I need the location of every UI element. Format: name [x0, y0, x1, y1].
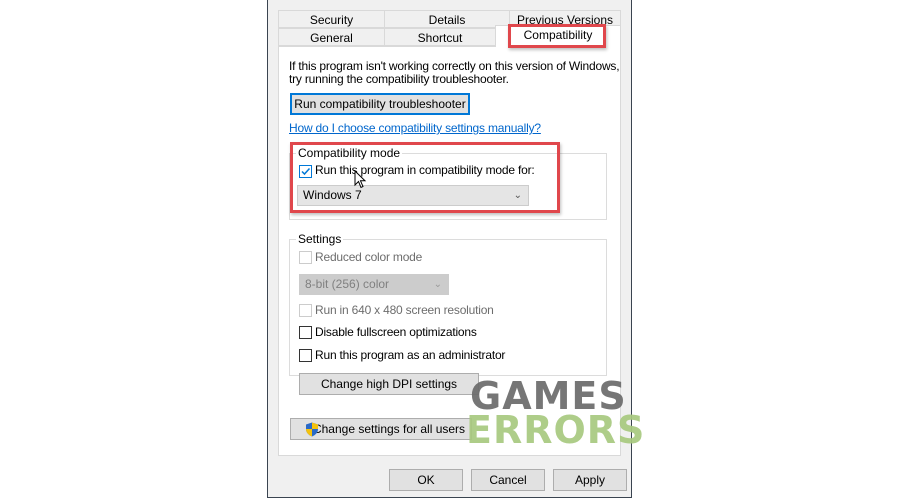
run-as-admin-label[interactable]: Run this program as an administrator [315, 348, 505, 362]
run-troubleshooter-button[interactable]: Run compatibility troubleshooter [290, 93, 470, 115]
fullscreen-opt-label[interactable]: Disable fullscreen optimizations [315, 325, 477, 339]
resolution-label: Run in 640 x 480 screen resolution [315, 303, 494, 317]
tab-details[interactable]: Details [384, 10, 510, 28]
cancel-button[interactable]: Cancel [471, 469, 545, 491]
resolution-checkbox[interactable] [299, 304, 312, 317]
change-all-users-label: Change settings for all users [312, 422, 466, 436]
reduced-color-label: Reduced color mode [315, 250, 423, 264]
fullscreen-opt-checkbox[interactable] [299, 326, 312, 339]
color-depth-value: 8-bit (256) color [305, 277, 390, 291]
tab-general[interactable]: General [278, 28, 385, 46]
reduced-color-checkbox[interactable] [299, 251, 312, 264]
settings-legend: Settings [296, 232, 344, 246]
intro-text-line1: If this program isn't working correctly … [289, 59, 620, 73]
change-dpi-button[interactable]: Change high DPI settings [299, 373, 479, 395]
help-link[interactable]: How do I choose compatibility settings m… [289, 121, 541, 135]
mouse-cursor-icon [354, 170, 367, 189]
change-all-users-button[interactable]: Change settings for all users [290, 418, 472, 440]
tab-shortcut[interactable]: Shortcut [384, 28, 496, 46]
highlight-compatibility-mode [290, 142, 560, 213]
highlight-compatibility-tab [508, 24, 606, 48]
run-as-admin-checkbox[interactable] [299, 349, 312, 362]
intro-text-line2: try running the compatibility troublesho… [289, 72, 509, 86]
ok-button[interactable]: OK [389, 469, 463, 491]
watermark-errors: ERRORS [466, 408, 646, 452]
uac-shield-icon [306, 422, 318, 437]
chevron-down-icon: ⌄ [433, 279, 442, 290]
tab-security[interactable]: Security [278, 10, 385, 28]
apply-button[interactable]: Apply [553, 469, 627, 491]
color-depth-select[interactable]: 8-bit (256) color ⌄ [299, 274, 449, 295]
